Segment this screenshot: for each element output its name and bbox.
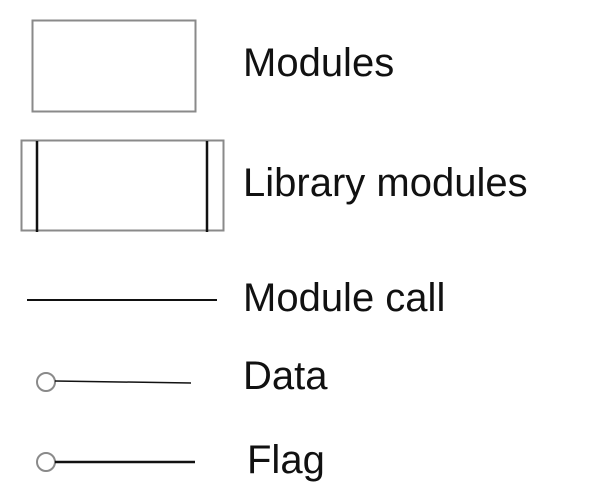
library-module-symbol — [20, 139, 225, 232]
flag-symbol — [36, 452, 195, 472]
diagram-legend: Modules Library modules Module call Data… — [0, 0, 612, 497]
data-circle — [36, 372, 56, 392]
library-modules-label: Library modules — [243, 161, 528, 205]
modules-label: Modules — [243, 41, 395, 85]
flag-circle — [36, 452, 56, 472]
library-module-box — [20, 139, 225, 232]
flag-label: Flag — [247, 438, 325, 482]
data-symbol — [36, 372, 192, 392]
module-call-label: Module call — [243, 276, 446, 320]
data-label: Data — [243, 354, 328, 398]
data-line — [54, 380, 192, 384]
module-symbol — [31, 19, 197, 113]
